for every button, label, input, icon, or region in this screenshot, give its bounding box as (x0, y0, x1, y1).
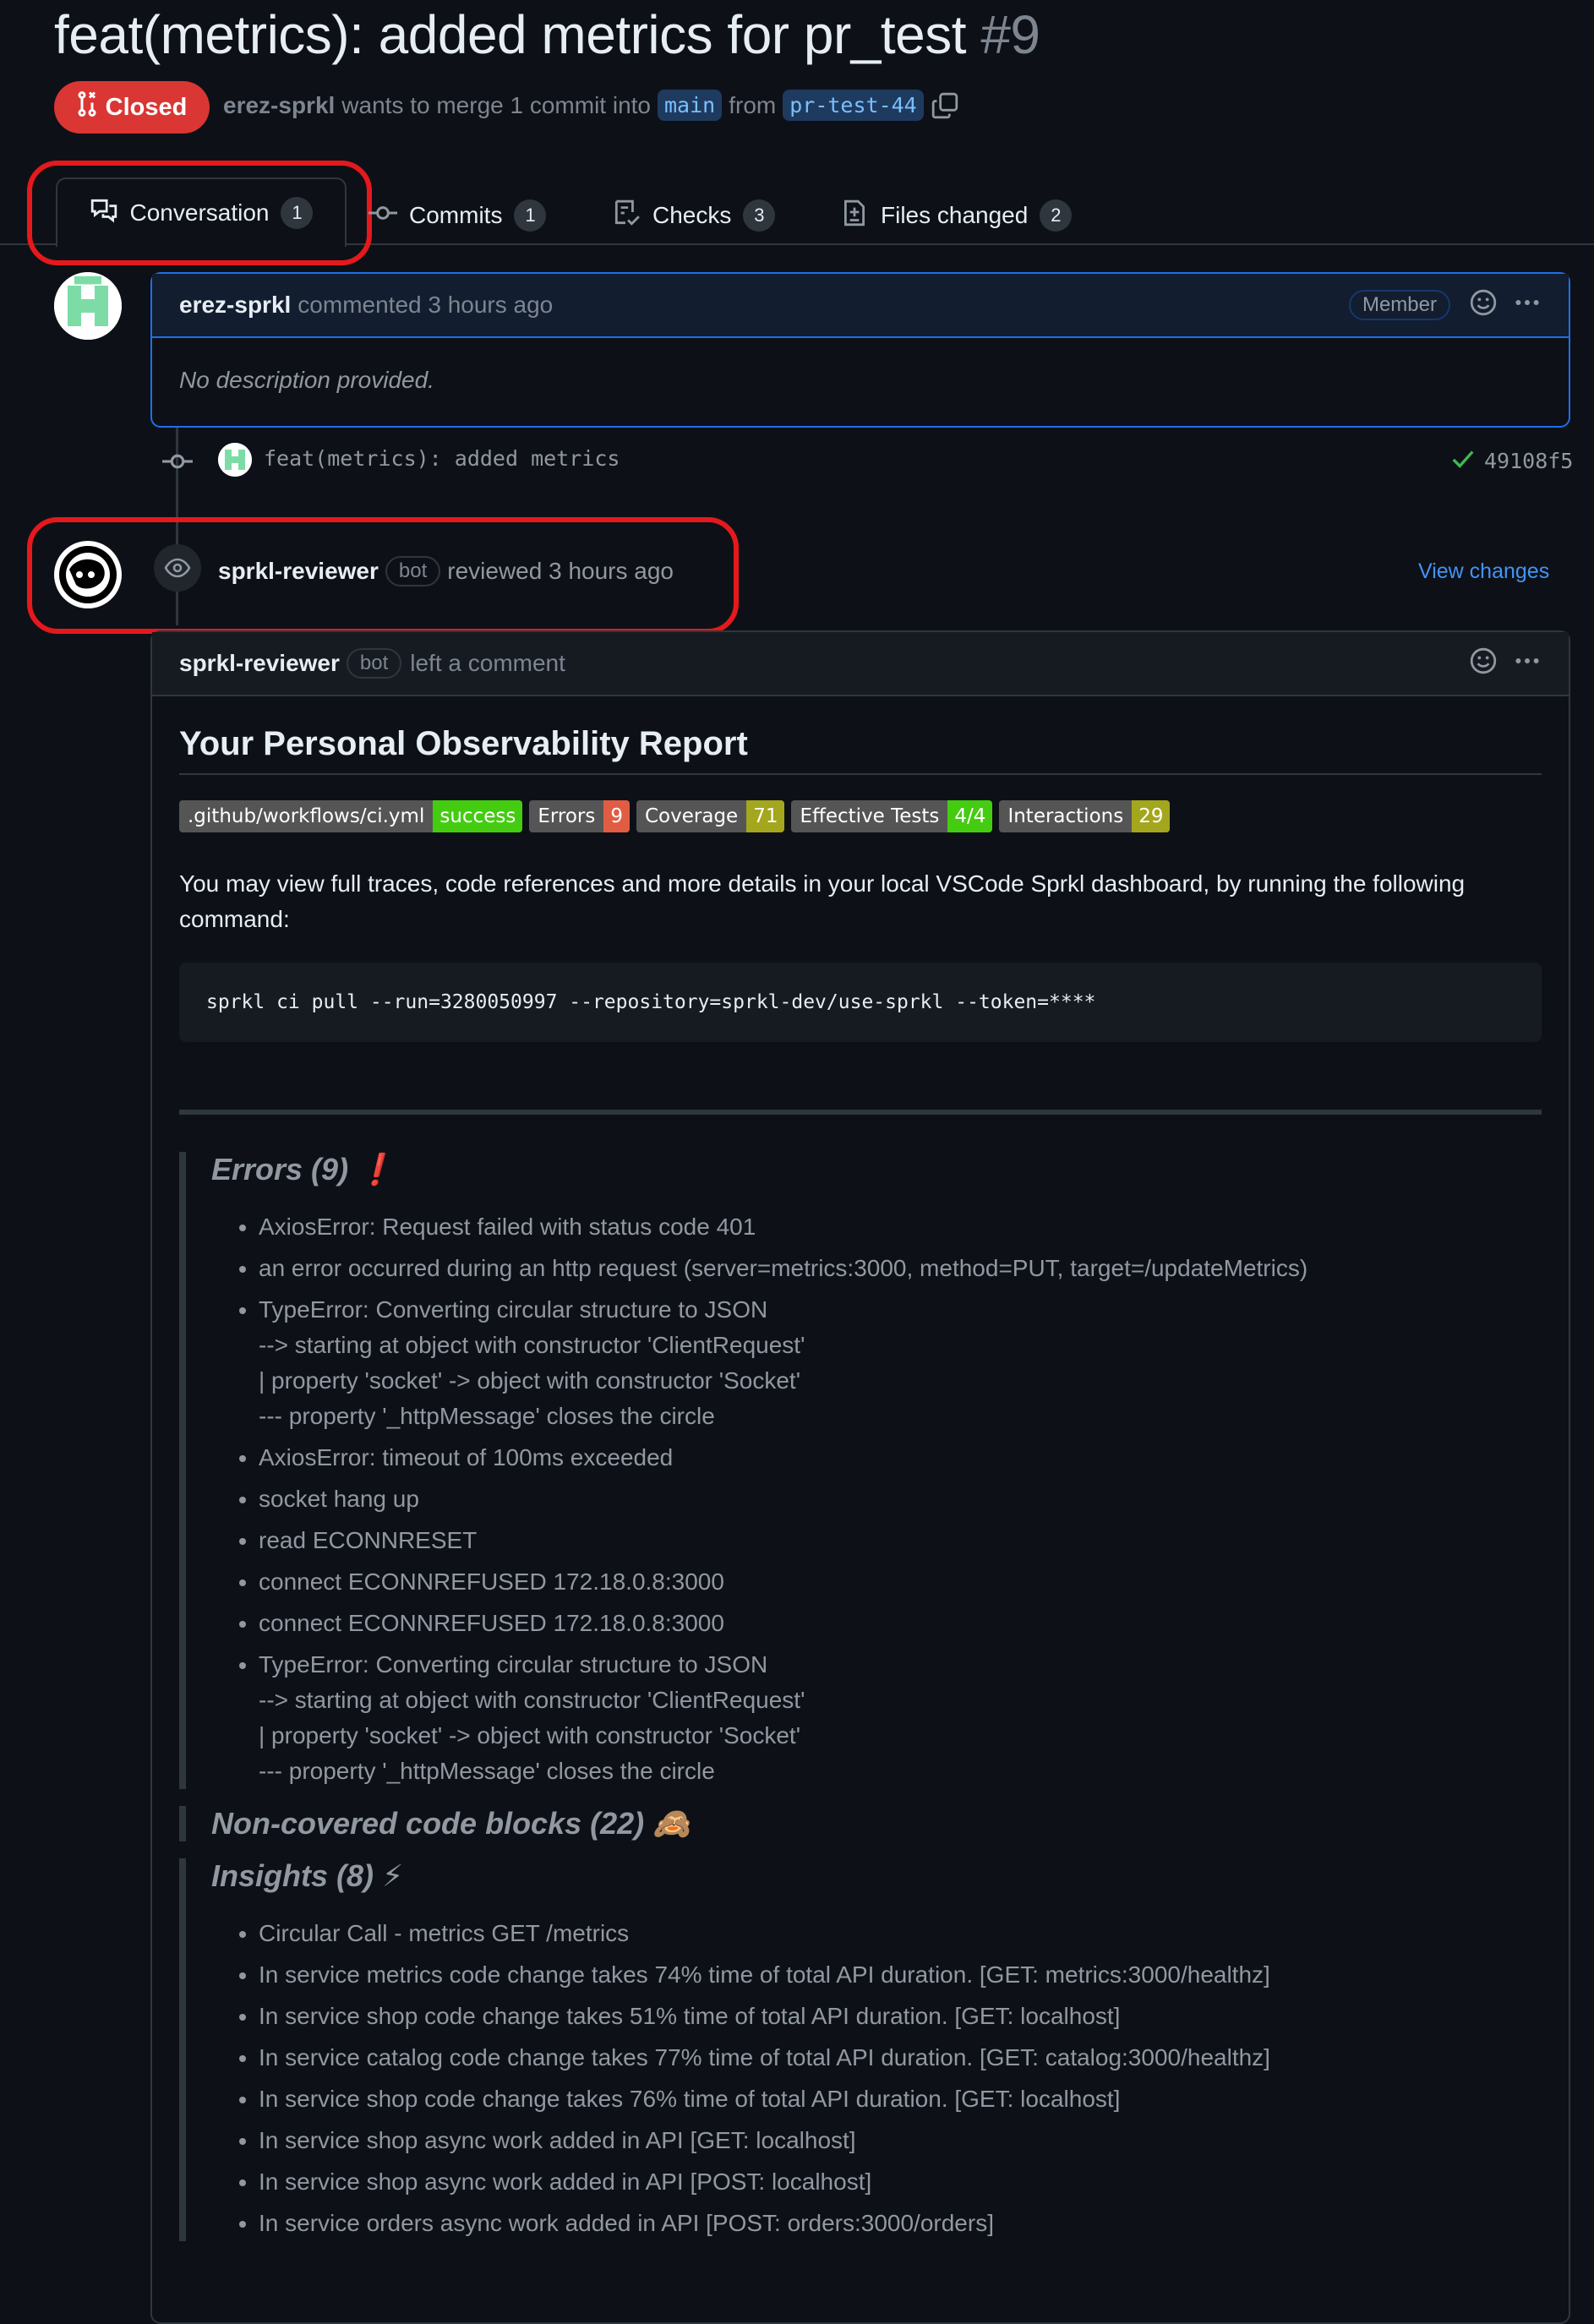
commit-status: 49108f5 (1450, 446, 1573, 476)
head-branch[interactable]: pr-test-44 (783, 90, 924, 121)
errors-list: AxiosError: Request failed with status c… (211, 1209, 1542, 1789)
report-intro: You may view full traces, code reference… (179, 870, 1466, 932)
list-item: In service shop async work added in API … (259, 2123, 1542, 2158)
commit-avatar[interactable] (218, 443, 252, 477)
insights-title: Insights (8) ⚡ (211, 1858, 404, 1893)
kebab-horizontal-icon[interactable] (1513, 646, 1542, 681)
insights-section: Insights (8) ⚡ Circular Call - metrics G… (179, 1858, 1542, 2241)
tab-label: Files changed (881, 202, 1029, 228)
report-heading: Your Personal Observability Report (179, 725, 1542, 775)
tab-label: Commits (409, 202, 503, 228)
list-item: an error occurred during an http request… (259, 1251, 1542, 1286)
tab-count: 2 (1040, 199, 1073, 232)
tab-commits[interactable]: Commits 1 (368, 188, 547, 243)
coverage-badge[interactable]: Coverage 71 (636, 800, 785, 832)
tab-checks[interactable]: Checks 3 (612, 188, 776, 243)
comment-header: erez-sprkl commented 3 hours ago Member (152, 274, 1569, 338)
list-item: In service orders async work added in AP… (259, 2206, 1542, 2241)
tab-label: Checks (652, 202, 732, 228)
list-item: In service shop async work added in API … (259, 2164, 1542, 2200)
code-block[interactable]: sprkl ci pull --run=3280050997 --reposit… (179, 963, 1542, 1042)
commit-sha[interactable]: 49108f5 (1484, 449, 1573, 473)
list-item: connect ECONNREFUSED 172.18.0.8:3000 (259, 1564, 1542, 1600)
list-item: In service metrics code change takes 74%… (259, 1957, 1542, 1993)
comment-action[interactable]: commented 3 hours ago (298, 292, 553, 319)
ci-badge[interactable]: .github/workflows/ci.yml success (179, 800, 523, 832)
effective-tests-badge[interactable]: Effective Tests 4/4 (791, 800, 993, 832)
tab-files-changed[interactable]: Files changed 2 (840, 188, 1073, 243)
view-changes-button[interactable]: View changes (1418, 559, 1549, 584)
list-item: TypeError: Converting circular structure… (259, 1292, 1542, 1434)
noncovered-section: Non-covered code blocks (22) 🙈 (179, 1806, 1542, 1841)
comment-card: erez-sprkl commented 3 hours ago Member … (150, 272, 1570, 428)
list-item: In service shop code change takes 51% ti… (259, 1999, 1542, 2034)
badges-row: .github/workflows/ci.yml success Errors … (179, 800, 1542, 832)
tab-count: 3 (743, 199, 776, 232)
commit-message[interactable]: feat(metrics): added metrics (264, 446, 620, 471)
merge-text: wants to merge 1 commit into (341, 91, 651, 118)
bot-badge: bot (346, 648, 402, 679)
copy-icon[interactable] (931, 91, 959, 120)
list-item: AxiosError: Request failed with status c… (259, 1209, 1542, 1245)
noncovered-title: Non-covered code blocks (22) 🙈 (211, 1806, 691, 1841)
avatar[interactable] (54, 272, 122, 340)
commit-node-icon (162, 446, 193, 481)
file-diff-icon (840, 199, 869, 233)
from-text: from (729, 91, 777, 118)
pr-closed-icon (77, 91, 97, 123)
comment-body: Your Personal Observability Report .gith… (152, 725, 1569, 2241)
errors-badge[interactable]: Errors 9 (529, 800, 630, 832)
comment-action: left a comment (410, 650, 565, 676)
merge-info: erez-sprkl wants to merge 1 commit into … (223, 90, 959, 121)
highlight-box (27, 161, 372, 265)
divider (179, 1110, 1542, 1115)
errors-section: Errors (9) ❗ AxiosError: Request failed … (179, 1152, 1542, 1789)
base-branch[interactable]: main (658, 90, 723, 121)
smiley-icon[interactable] (1469, 288, 1498, 323)
highlight-box (27, 517, 739, 634)
review-comment-card: sprkl-reviewer bot left a comment Your P… (150, 630, 1570, 2324)
tab-count: 1 (514, 199, 547, 232)
list-item: In service catalog code change takes 77%… (259, 2040, 1542, 2076)
list-item: socket hang up (259, 1481, 1542, 1517)
list-item: TypeError: Converting circular structure… (259, 1647, 1542, 1789)
pr-author-link[interactable]: erez-sprkl (223, 92, 335, 119)
list-item: In service shop code change takes 76% ti… (259, 2081, 1542, 2117)
pr-title: feat(metrics): added metrics for pr_test… (54, 3, 1040, 66)
status-label: Closed (105, 93, 188, 121)
comment-body: No description provided. (179, 367, 434, 393)
list-item: connect ECONNREFUSED 172.18.0.8:3000 (259, 1606, 1542, 1641)
comment-header: sprkl-reviewer bot left a comment (152, 632, 1569, 696)
list-item: read ECONNRESET (259, 1523, 1542, 1558)
status-badge: Closed (54, 81, 210, 134)
pr-number: #9 (980, 4, 1040, 65)
list-item: Circular Call - metrics GET /metrics (259, 1916, 1542, 1951)
insights-list: Circular Call - metrics GET /metrics In … (211, 1916, 1542, 2241)
list-item: AxiosError: timeout of 100ms exceeded (259, 1440, 1542, 1476)
kebab-horizontal-icon[interactable] (1513, 288, 1542, 323)
pr-title-text: feat(metrics): added metrics for pr_test (54, 4, 967, 65)
member-badge: Member (1348, 290, 1450, 320)
check-icon[interactable] (1450, 446, 1476, 476)
errors-title: Errors (9) ❗ (211, 1152, 395, 1187)
checklist-icon (612, 199, 641, 233)
interactions-badge[interactable]: Interactions 29 (999, 800, 1171, 832)
smiley-icon[interactable] (1469, 646, 1498, 681)
comment-author[interactable]: sprkl-reviewer (179, 650, 340, 677)
commit-icon (368, 199, 397, 233)
comment-author[interactable]: erez-sprkl (179, 292, 291, 319)
